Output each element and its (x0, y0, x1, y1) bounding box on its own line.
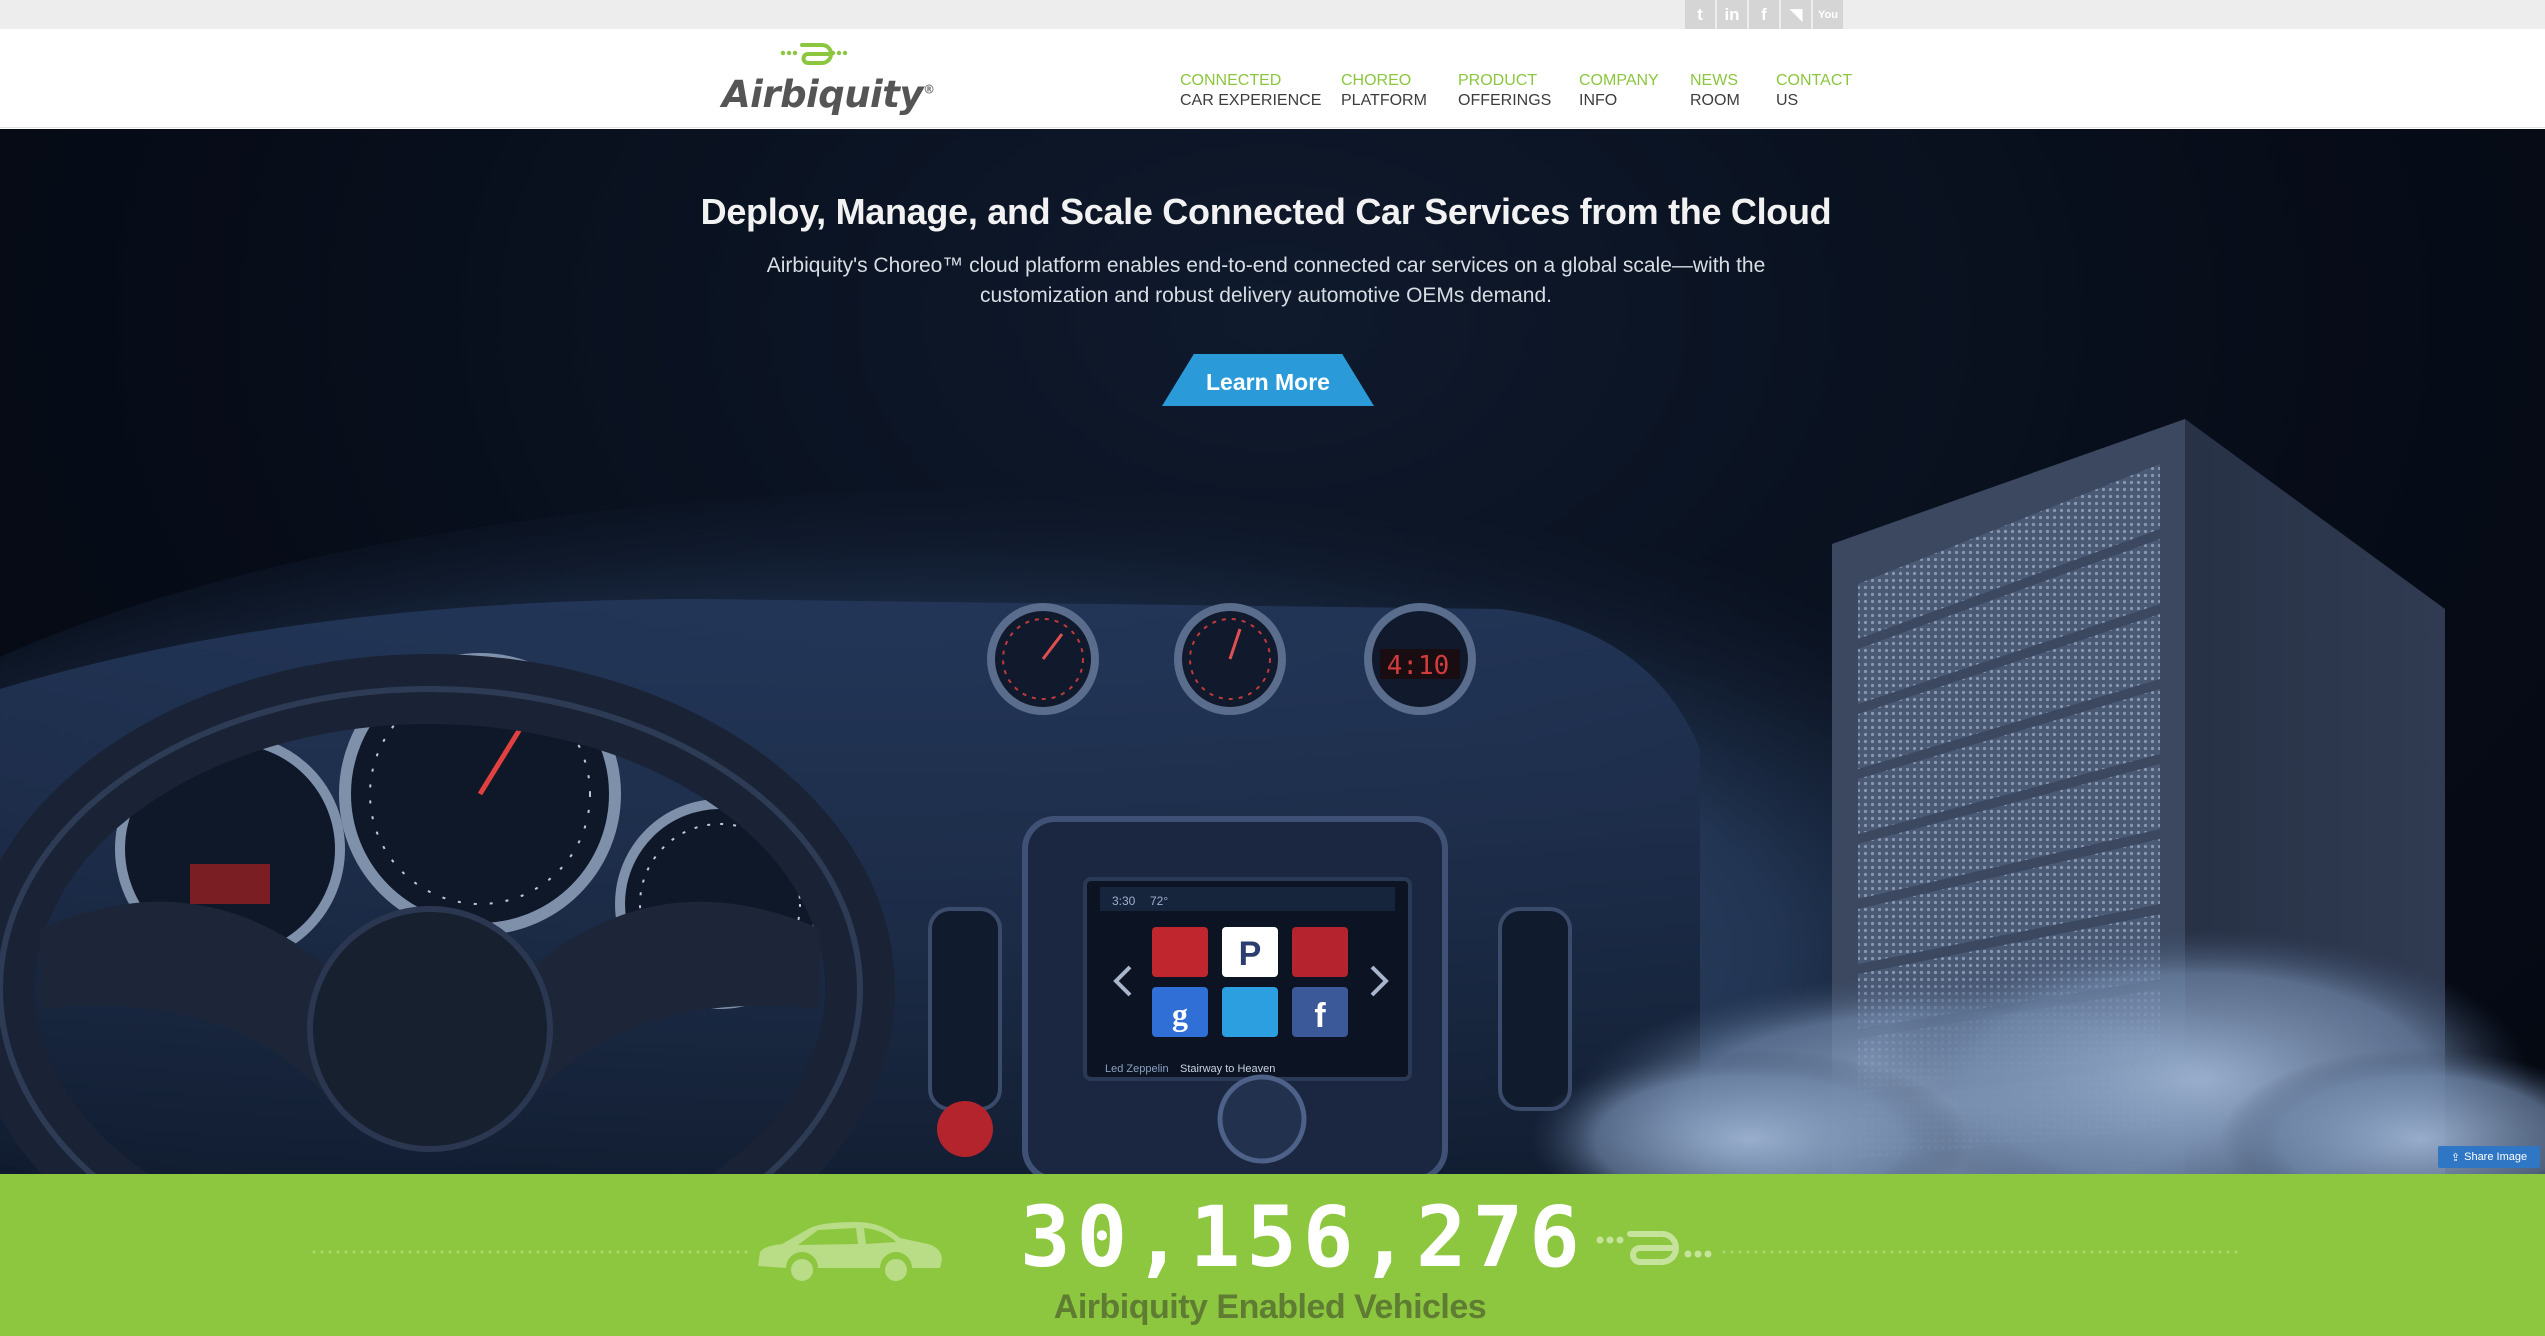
share-image-label: Share Image (2464, 1151, 2528, 1163)
share-image-button[interactable]: ⇪ Share Image (2438, 1146, 2540, 1168)
now-playing-track: Stairway to Heaven (1180, 1063, 1275, 1075)
nav-label-top: NEWS (1690, 72, 1738, 89)
screen-status-temp: 72° (1150, 894, 1168, 908)
learn-more-button[interactable]: Learn More (1162, 354, 1374, 406)
social-bar: t in f ◥ You (0, 0, 2545, 29)
nav-label-top: CONNECTED (1180, 72, 1282, 89)
nav-label-bottom: INFO (1579, 92, 1618, 109)
nav-label-bottom: CAR EXPERIENCE (1180, 92, 1322, 109)
nav-label-top: CONTACT (1776, 72, 1853, 89)
rss-icon[interactable]: ◥ (1781, 0, 1811, 29)
hero-title: Deploy, Manage, and Scale Connected Car … (700, 191, 1832, 232)
nav-label-bottom: OFFERINGS (1458, 92, 1552, 109)
nav-news-room[interactable]: NEWS ROOM (1690, 71, 1740, 111)
share-icon: ⇪ (2450, 1151, 2461, 1164)
nav-connected-car-experience[interactable]: CONNECTED CAR EXPERIENCE (1180, 71, 1321, 111)
social-links: t in f ◥ You (1685, 0, 1843, 29)
nav-label-top: PRODUCT (1458, 72, 1538, 89)
nav-contact-us[interactable]: CONTACT US (1776, 71, 1852, 111)
svg-text:P: P (1239, 935, 1262, 973)
vehicle-count-label: Airbiquity Enabled Vehicles (1053, 1288, 1487, 1326)
nav-product-offerings[interactable]: PRODUCT OFFERINGS (1458, 71, 1551, 111)
dotted-divider-right (1720, 1250, 2240, 1254)
airbiquity-logo[interactable]: Airbiquity® (722, 39, 935, 119)
airbiquity-logo-mark-icon (780, 43, 848, 65)
youtube-icon[interactable]: You (1813, 0, 1843, 29)
vehicle-stats-band: 30,156,276 Airbiquity Enabled Vehicles (0, 1174, 2545, 1336)
now-playing-artist: Led Zeppelin (1105, 1063, 1169, 1075)
twitter-icon[interactable]: t (1685, 0, 1715, 29)
hero-subtitle: Airbiquity's Choreo™ cloud platform enab… (766, 254, 1766, 307)
site-header: Airbiquity® CONNECTED CAR EXPERIENCE CHO… (0, 29, 2545, 128)
vehicle-count: 30,156,276 (1020, 1188, 1586, 1286)
airbiquity-mark-icon (1596, 1231, 1712, 1265)
nav-label-bottom: ROOM (1690, 92, 1740, 109)
nav-label-bottom: PLATFORM (1341, 92, 1427, 109)
dash-clock-text: 4:10 (1387, 651, 1450, 681)
nav-label-top: CHOREO (1341, 72, 1412, 89)
nav-label-bottom: US (1776, 92, 1799, 109)
screen-status-time: 3:30 (1112, 894, 1136, 908)
dotted-divider-left (310, 1250, 750, 1254)
svg-text:g: g (1172, 996, 1188, 1032)
facebook-icon[interactable]: f (1749, 0, 1779, 29)
svg-text:f: f (1314, 997, 1326, 1035)
nav-company-info[interactable]: COMPANY INFO (1579, 71, 1659, 111)
linkedin-icon[interactable]: in (1717, 0, 1747, 29)
nav-label-top: COMPANY (1579, 72, 1659, 89)
nav-choreo-platform[interactable]: CHOREO PLATFORM (1341, 71, 1427, 111)
logo-wordmark: Airbiquity® (722, 73, 935, 116)
hero-banner: 4:10 P g f 3:30 72° Led Zeppelin Stairwa… (0, 129, 2545, 1174)
car-icon (758, 1222, 942, 1284)
